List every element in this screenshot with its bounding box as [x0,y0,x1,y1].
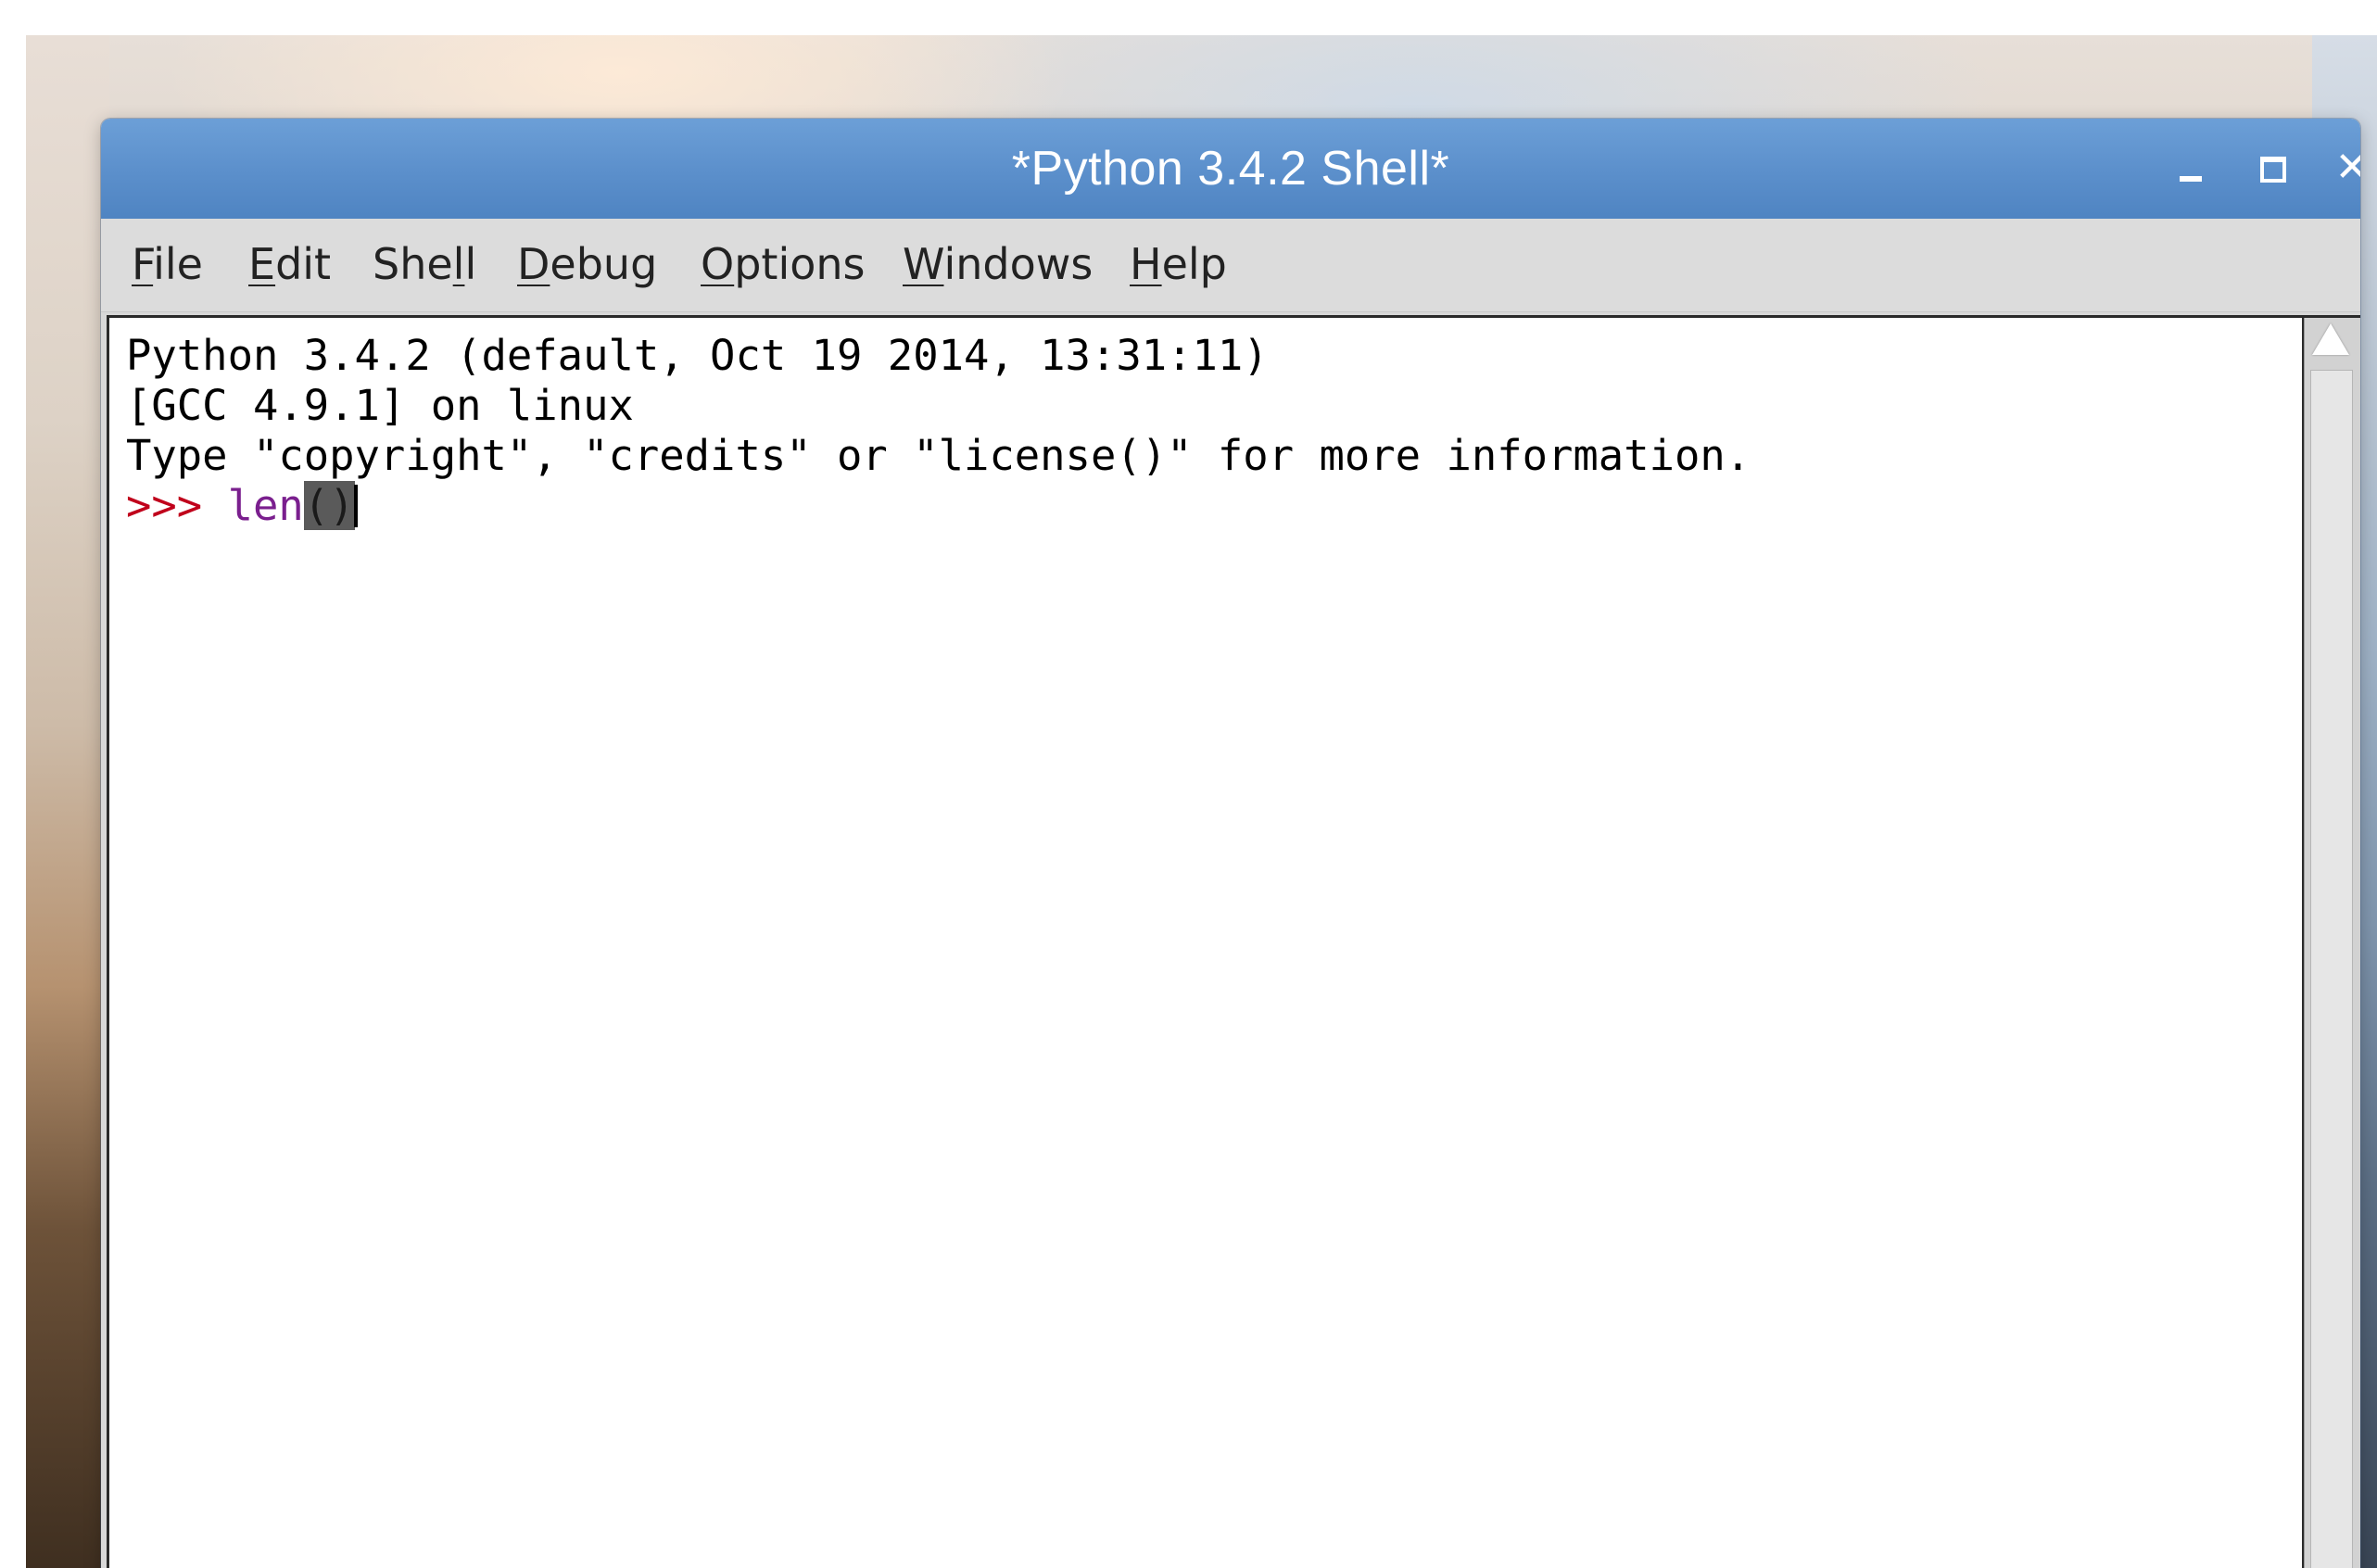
menu-label-post: indows [943,239,1094,289]
scroll-thumb[interactable] [2310,370,2353,1568]
shell-text-area-border: Python 3.4.2 (default, Oct 19 2014, 13:3… [107,315,2360,1568]
close-button[interactable]: ✕ [2325,141,2360,195]
input-line[interactable]: >>> len() [126,481,1751,531]
menu-label-post: ebug [550,239,658,289]
banner-line: [GCC 4.9.1] on linux [126,381,634,430]
menu-shell[interactable]: Shell [373,219,476,311]
menu-help[interactable]: Help [1130,219,1227,311]
banner-line: Type "copyright", "credits" or "license(… [126,431,1751,480]
menu-accelerator: H [1130,239,1162,289]
text-cursor [353,485,358,527]
menu-accelerator: O [701,239,735,289]
menu-label-post: dit [275,239,332,289]
shell-output: Python 3.4.2 (default, Oct 19 2014, 13:3… [126,331,1751,531]
menu-edit[interactable]: Edit [248,219,331,311]
close-icon: ✕ [2334,144,2360,191]
menu-label-post: ptions [734,239,866,289]
menu-accelerator: F [132,239,154,289]
maximize-button[interactable] [2244,141,2298,195]
menu-label-post: elp [1161,239,1227,289]
window-title: *Python 3.4.2 Shell* [1011,142,1450,196]
menu-label-post: ile [153,239,203,289]
vertical-scrollbar[interactable] [2304,318,2360,1568]
menu-label-post: l [464,239,477,289]
menu-debug[interactable]: Debug [517,219,657,311]
menu-options[interactable]: Options [701,219,866,311]
menu-accelerator: W [903,239,944,289]
maximize-icon [2260,157,2286,183]
minimize-button[interactable] [2163,141,2217,195]
menu-accelerator: l [452,239,465,289]
typed-input: len [227,481,304,530]
minimize-icon [2180,176,2202,182]
desktop-background: *Python 3.4.2 Shell* ✕ File Edit Shell D… [26,35,2377,1568]
menu-accelerator: D [517,239,550,289]
menu-file[interactable]: File [132,219,203,311]
menu-accelerator: E [248,239,276,289]
shell-prompt: >>> [126,481,228,530]
menu-windows[interactable]: Windows [903,219,1093,311]
menu-label-pre: She [373,239,453,289]
shell-text-area[interactable]: Python 3.4.2 (default, Oct 19 2014, 13:3… [109,318,2302,1568]
python-shell-window: *Python 3.4.2 Shell* ✕ File Edit Shell D… [101,119,2360,1568]
matched-parens: () [303,481,355,530]
title-bar[interactable]: *Python 3.4.2 Shell* ✕ [101,119,2360,219]
wallpaper-left-edge [26,35,109,1568]
banner-line: Python 3.4.2 (default, Oct 19 2014, 13:3… [126,331,1269,380]
scroll-up-arrow-icon[interactable] [2312,323,2349,355]
menu-bar: File Edit Shell Debug Options Windows He… [101,219,2360,312]
